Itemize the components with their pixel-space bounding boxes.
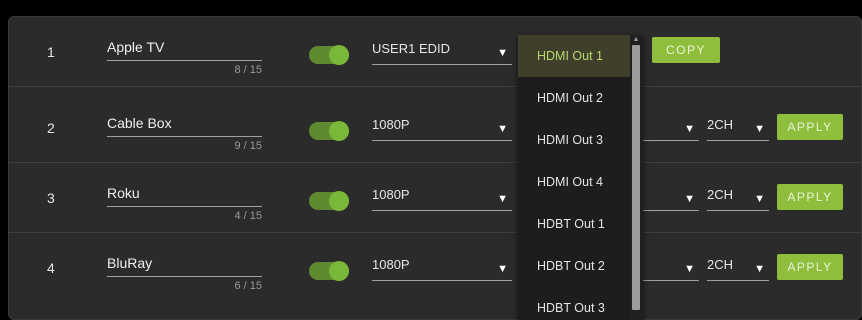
input-name[interactable]: BluRay [107,254,262,272]
dropdown-option-selected[interactable]: HDMI Out 1 [518,35,630,77]
input-name[interactable]: Cable Box [107,114,262,132]
dropdown-option[interactable]: HDMI Out 3 [518,119,630,161]
audio-select[interactable]: 2CH ▼ [707,255,769,281]
char-count: 6 / 15 [234,280,262,292]
dropdown-option[interactable]: HDMI Out 2 [518,77,630,119]
dropdown-scrollbar[interactable]: ▲ [630,35,642,320]
dropdown-option[interactable]: HDMI Out 4 [518,161,630,203]
audio-select-value: 2CH [707,117,734,132]
input-name[interactable]: Apple TV [107,38,262,56]
apply-button[interactable]: APPLY [777,114,843,140]
enable-toggle[interactable] [309,261,349,281]
apply-button[interactable]: APPLY [777,254,843,280]
copy-button[interactable]: COPY [652,37,720,63]
input-row: 3 Roku 4 / 15 1080P ▼ ▼ 2CH ▼ APPLY [9,163,862,233]
edid-select[interactable]: 1080P ▼ [372,185,512,211]
enable-toggle[interactable] [309,121,349,141]
edid-select-value: 1080P [372,257,410,272]
audio-select[interactable]: 2CH ▼ [707,115,769,141]
edid-settings-panel: 1 Apple TV 8 / 15 USER1 EDID ▼ COPY 2 Ca… [8,16,862,320]
caret-down-icon: ▼ [754,263,765,275]
input-underline [107,276,262,277]
enable-toggle[interactable] [309,45,349,65]
dropdown-option[interactable]: HDBT Out 1 [518,203,630,245]
toggle-knob [329,45,349,65]
input-underline [107,206,262,207]
scroll-up-icon[interactable]: ▲ [632,35,640,45]
edid-select-value: 1080P [372,117,410,132]
input-underline [107,60,262,61]
caret-down-icon: ▼ [684,263,695,275]
caret-down-icon: ▼ [754,193,765,205]
input-name[interactable]: Roku [107,184,262,202]
char-count: 9 / 15 [234,140,262,152]
audio-select[interactable]: 2CH ▼ [707,185,769,211]
apply-button[interactable]: APPLY [777,184,843,210]
edid-select[interactable]: 1080P ▼ [372,115,512,141]
audio-select-value: 2CH [707,187,734,202]
char-count: 8 / 15 [234,64,262,76]
input-name-field[interactable]: Cable Box 9 / 15 [107,114,262,152]
audio-select-value: 2CH [707,257,734,272]
input-name-field[interactable]: BluRay 6 / 15 [107,254,262,292]
scrollbar-thumb[interactable] [632,45,640,310]
edid-select[interactable]: USER1 EDID ▼ [372,39,512,65]
dropdown-option[interactable]: HDBT Out 3 [518,287,630,320]
dropdown-option[interactable]: HDBT Out 2 [518,245,630,287]
caret-down-icon: ▼ [754,123,765,135]
edid-select-value: USER1 EDID [372,41,451,56]
output-dropdown-menu[interactable]: HDMI Out 1 HDMI Out 2 HDMI Out 3 HDMI Ou… [518,35,643,320]
input-name-field[interactable]: Roku 4 / 15 [107,184,262,222]
caret-down-icon: ▼ [497,263,508,275]
input-number: 4 [47,260,55,276]
input-row: 2 Cable Box 9 / 15 1080P ▼ ▼ 2CH ▼ APPLY [9,93,862,163]
input-row: 4 BluRay 6 / 15 1080P ▼ ▼ 2CH ▼ APPLY [9,233,862,303]
edid-select[interactable]: 1080P ▼ [372,255,512,281]
enable-toggle[interactable] [309,191,349,211]
toggle-knob [329,121,349,141]
caret-down-icon: ▼ [497,47,508,59]
caret-down-icon: ▼ [684,123,695,135]
input-number: 3 [47,190,55,206]
edid-select-value: 1080P [372,187,410,202]
input-row: 1 Apple TV 8 / 15 USER1 EDID ▼ COPY [9,17,862,87]
caret-down-icon: ▼ [497,193,508,205]
char-count: 4 / 15 [234,210,262,222]
input-name-field[interactable]: Apple TV 8 / 15 [107,38,262,76]
input-underline [107,136,262,137]
input-number: 1 [47,44,55,60]
caret-down-icon: ▼ [684,193,695,205]
input-number: 2 [47,120,55,136]
toggle-knob [329,261,349,281]
toggle-knob [329,191,349,211]
caret-down-icon: ▼ [497,123,508,135]
